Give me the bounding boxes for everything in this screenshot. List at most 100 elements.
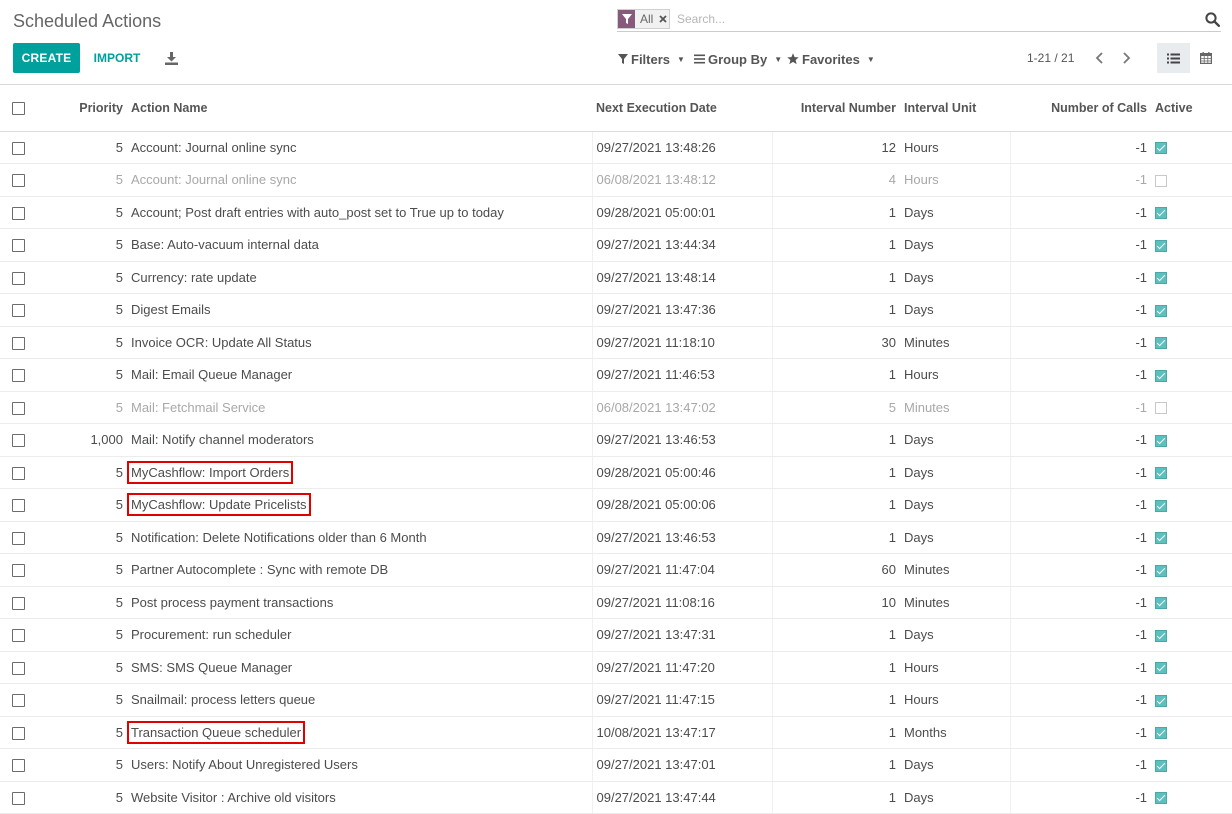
action-name[interactable]: Website Visitor : Archive old visitors xyxy=(131,790,336,805)
interval-number-cell: 1 xyxy=(772,521,900,554)
action-name[interactable]: Notification: Delete Notifications older… xyxy=(131,530,427,545)
search-input[interactable] xyxy=(677,10,1197,28)
active-cell xyxy=(1151,423,1232,457)
action-name[interactable]: Account: Journal online sync xyxy=(131,172,296,187)
close-icon[interactable] xyxy=(656,10,669,28)
action-name[interactable]: SMS: SMS Queue Manager xyxy=(131,660,292,675)
download-icon[interactable] xyxy=(161,47,181,69)
action-name[interactable]: Account: Journal online sync xyxy=(131,140,296,155)
action-name[interactable]: Mail: Email Queue Manager xyxy=(131,367,292,382)
number-of-calls-cell: -1 xyxy=(1010,358,1151,392)
interval-number-cell: 1 xyxy=(772,228,900,262)
row-checkbox[interactable] xyxy=(12,141,25,155)
action-name[interactable]: Post process payment transactions xyxy=(131,595,333,610)
table-row[interactable]: 5 Digest Emails 09/27/2021 13:47:36 1 Days -1 xyxy=(0,293,1232,327)
action-name-cell: Account: Journal online sync xyxy=(127,163,593,197)
row-checkbox[interactable] xyxy=(12,661,25,675)
action-name[interactable]: Base: Auto-vacuum internal data xyxy=(131,237,319,252)
active-checkbox xyxy=(1155,759,1167,772)
import-button[interactable]: IMPORT xyxy=(86,43,148,73)
table-row[interactable]: 5 Account: Journal online sync 09/27/2021 … xyxy=(0,130,1232,164)
table-row[interactable]: 5 Notification: Delete Notifications olde… xyxy=(0,521,1232,554)
action-name[interactable]: MyCashflow: Update Pricelists xyxy=(127,493,311,517)
interval-unit-cell: Hours xyxy=(900,651,1011,684)
row-checkbox[interactable] xyxy=(12,791,25,805)
action-name[interactable]: Currency: rate update xyxy=(131,270,257,285)
column-header-action-name[interactable]: Action Name xyxy=(127,85,592,132)
action-name[interactable]: Mail: Notify channel moderators xyxy=(131,432,314,447)
row-checkbox[interactable] xyxy=(12,629,25,643)
table-row[interactable]: 5 Snailmail: process letters queue 09/27/2… xyxy=(0,683,1232,717)
column-header-interval-number[interactable]: Interval Number xyxy=(772,85,900,132)
action-name[interactable]: Procurement: run scheduler xyxy=(131,627,291,642)
row-checkbox[interactable] xyxy=(12,239,25,253)
chevron-right-icon[interactable] xyxy=(1118,50,1134,66)
row-checkbox[interactable] xyxy=(12,564,25,578)
action-name[interactable]: Partner Autocomplete : Sync with remote … xyxy=(131,562,388,577)
action-name[interactable]: Invoice OCR: Update All Status xyxy=(131,335,312,350)
groupby-menu[interactable]: Group By ▼ xyxy=(694,50,782,68)
column-header-priority[interactable]: Priority xyxy=(38,85,127,132)
table-row[interactable]: 5 Invoice OCR: Update All Status 09/27/202… xyxy=(0,326,1232,359)
favorites-menu[interactable]: Favorites ▼ xyxy=(787,50,875,68)
row-checkbox[interactable] xyxy=(12,726,25,740)
action-name[interactable]: Snailmail: process letters queue xyxy=(131,692,315,707)
action-name-cell: Snailmail: process letters queue xyxy=(127,683,593,717)
search-facet[interactable]: All xyxy=(617,9,671,29)
action-name[interactable]: Mail: Fetchmail Service xyxy=(131,400,265,415)
table-row[interactable]: 5 Users: Notify About Unregistered Users 0… xyxy=(0,748,1232,782)
table-row[interactable]: 5 Currency: rate update 09/27/2021 13:48:1… xyxy=(0,261,1232,294)
column-header-active[interactable]: Active xyxy=(1151,85,1232,132)
column-header-interval-unit[interactable]: Interval Unit xyxy=(900,85,1010,132)
table-row[interactable]: 5 MyCashflow: Import Orders 09/28/2021 05:… xyxy=(0,456,1232,489)
column-header-number-of-calls[interactable]: Number of Calls xyxy=(1010,85,1151,132)
row-select-cell xyxy=(0,163,38,197)
active-cell xyxy=(1151,130,1232,164)
row-checkbox[interactable] xyxy=(12,499,25,513)
row-checkbox[interactable] xyxy=(12,401,25,415)
action-name[interactable]: Users: Notify About Unregistered Users xyxy=(131,757,358,772)
row-checkbox[interactable] xyxy=(12,174,25,188)
calendar-view-button[interactable] xyxy=(1190,43,1222,73)
table-row[interactable]: 5 Base: Auto-vacuum internal data 09/27/20… xyxy=(0,228,1232,262)
row-checkbox[interactable] xyxy=(12,434,25,448)
action-name[interactable]: Account; Post draft entries with auto_po… xyxy=(131,205,504,220)
table-row[interactable]: 5 MyCashflow: Update Pricelists 09/28/2021… xyxy=(0,488,1232,522)
action-name-cell: Website Visitor : Archive old visitors xyxy=(127,781,593,814)
row-checkbox[interactable] xyxy=(12,336,25,350)
filters-menu[interactable]: Filters ▼ xyxy=(618,50,685,68)
active-checkbox xyxy=(1155,662,1167,675)
table-row[interactable]: 1,000 Mail: Notify channel moderators 09/2… xyxy=(0,423,1232,457)
chevron-left-icon[interactable] xyxy=(1091,50,1107,66)
pager-value[interactable]: 1-21 / 21 xyxy=(1027,51,1074,65)
table-row[interactable]: 5 Procurement: run scheduler 09/27/2021 13… xyxy=(0,618,1232,652)
create-button[interactable]: CREATE xyxy=(13,43,80,73)
action-name[interactable]: MyCashflow: Import Orders xyxy=(127,460,294,484)
row-checkbox[interactable] xyxy=(12,466,25,480)
row-checkbox[interactable] xyxy=(12,271,25,285)
table-row[interactable]: 5 Account; Post draft entries with auto_p… xyxy=(0,196,1232,229)
table-row[interactable]: 5 Account: Journal online sync 06/08/2021 … xyxy=(0,163,1232,197)
table-row[interactable]: 5 SMS: SMS Queue Manager 09/27/2021 11:47:… xyxy=(0,651,1232,684)
search-icon[interactable] xyxy=(1205,12,1221,28)
list-view-button[interactable] xyxy=(1157,43,1190,73)
table-row[interactable]: 5 Partner Autocomplete : Sync with remote… xyxy=(0,553,1232,587)
table-row[interactable]: 5 Transaction Queue scheduler 10/08/2021 1… xyxy=(0,716,1232,749)
active-cell xyxy=(1151,651,1232,684)
row-checkbox[interactable] xyxy=(12,759,25,773)
select-all-checkbox[interactable] xyxy=(12,101,25,115)
action-name[interactable]: Transaction Queue scheduler xyxy=(127,720,306,744)
action-name[interactable]: Digest Emails xyxy=(131,302,210,317)
row-checkbox[interactable] xyxy=(12,369,25,383)
interval-number-cell: 1 xyxy=(772,456,900,489)
table-row[interactable]: 5 Post process payment transactions 09/27/… xyxy=(0,586,1232,619)
row-checkbox[interactable] xyxy=(12,531,25,545)
row-checkbox[interactable] xyxy=(12,694,25,708)
row-checkbox[interactable] xyxy=(12,304,25,318)
table-row[interactable]: 5 Mail: Fetchmail Service 06/08/2021 13:47… xyxy=(0,391,1232,424)
table-row[interactable]: 5 Mail: Email Queue Manager 09/27/2021 11:… xyxy=(0,358,1232,392)
row-checkbox[interactable] xyxy=(12,206,25,220)
table-row[interactable]: 5 Website Visitor : Archive old visitors 0… xyxy=(0,781,1232,814)
row-checkbox[interactable] xyxy=(12,596,25,610)
column-header-next-execution-date[interactable]: Next Execution Date xyxy=(592,85,772,132)
